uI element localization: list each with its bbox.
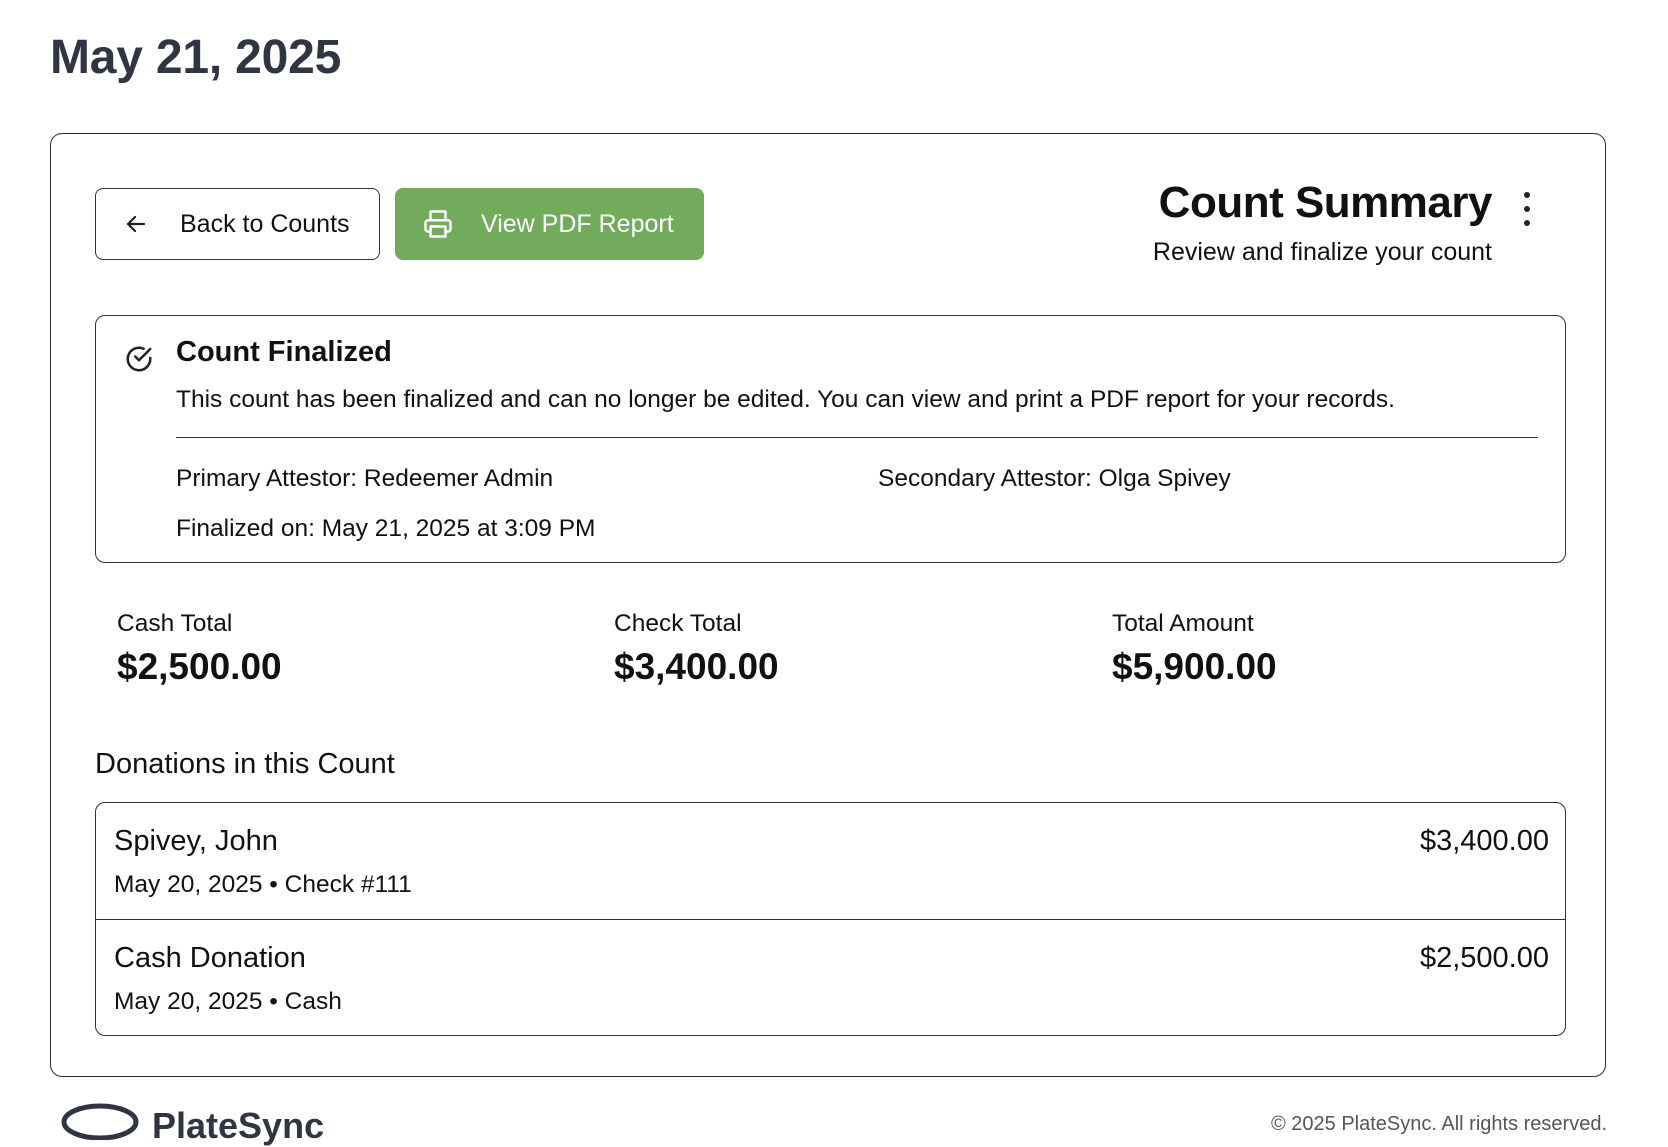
count-summary-card: Back to Counts View PDF Report Count Sum…	[50, 133, 1606, 1077]
back-to-counts-label: Back to Counts	[180, 209, 350, 238]
donor-name: Spivey, John	[114, 825, 278, 857]
donation-row[interactable]: Spivey, John May 20, 2025 • Check #111 $…	[96, 803, 1565, 919]
back-to-counts-button[interactable]: Back to Counts	[95, 188, 380, 260]
secondary-attestor: Secondary Attestor: Olga Spivey	[878, 465, 1231, 492]
page-title: May 21, 2025	[50, 31, 342, 84]
total-amount-value: $5,900.00	[1112, 646, 1277, 687]
total-amount-label: Total Amount	[1112, 610, 1254, 637]
printer-icon	[423, 208, 455, 240]
count-finalized-panel: Count Finalized This count has been fina…	[95, 315, 1566, 563]
check-total-label: Check Total	[614, 610, 742, 637]
donation-meta: May 20, 2025 • Check #111	[114, 871, 412, 898]
donation-amount: $3,400.00	[1419, 825, 1549, 857]
status-title: Count Finalized	[176, 336, 392, 368]
platesync-logo-icon	[60, 1100, 140, 1141]
primary-attestor: Primary Attestor: Redeemer Admin	[176, 465, 554, 492]
cash-total-value: $2,500.00	[117, 646, 282, 687]
summary-subtitle: Review and finalize your count	[1152, 238, 1492, 266]
finalized-on: Finalized on: May 21, 2025 at 3:09 PM	[176, 515, 596, 542]
footer-brand: PlateSync	[152, 1105, 325, 1146]
donations-list: Spivey, John May 20, 2025 • Check #111 $…	[95, 802, 1566, 1036]
check-total-value: $3,400.00	[614, 646, 779, 687]
arrow-left-icon	[124, 209, 154, 239]
check-circle-icon	[124, 344, 156, 376]
footer-copyright: © 2025 PlateSync. All rights reserved.	[1270, 1113, 1607, 1135]
cash-total-label: Cash Total	[117, 610, 233, 637]
check-total: Check Total $3,400.00	[614, 610, 779, 688]
donation-row[interactable]: Cash Donation May 20, 2025 • Cash $2,500…	[96, 919, 1565, 1035]
total-amount: Total Amount $5,900.00	[1112, 610, 1277, 688]
view-pdf-report-label: View PDF Report	[481, 209, 674, 238]
donation-amount: $2,500.00	[1419, 942, 1549, 974]
divider	[176, 437, 1538, 438]
donations-heading: Donations in this Count	[95, 748, 395, 780]
summary-title: Count Summary	[1158, 178, 1493, 227]
view-pdf-report-button[interactable]: View PDF Report	[395, 188, 704, 260]
status-message: This count has been finalized and can no…	[176, 386, 1395, 413]
donation-meta: May 20, 2025 • Cash	[114, 988, 342, 1015]
cash-total: Cash Total $2,500.00	[117, 610, 282, 688]
more-vertical-icon[interactable]	[1515, 192, 1539, 226]
donor-name: Cash Donation	[114, 942, 306, 974]
